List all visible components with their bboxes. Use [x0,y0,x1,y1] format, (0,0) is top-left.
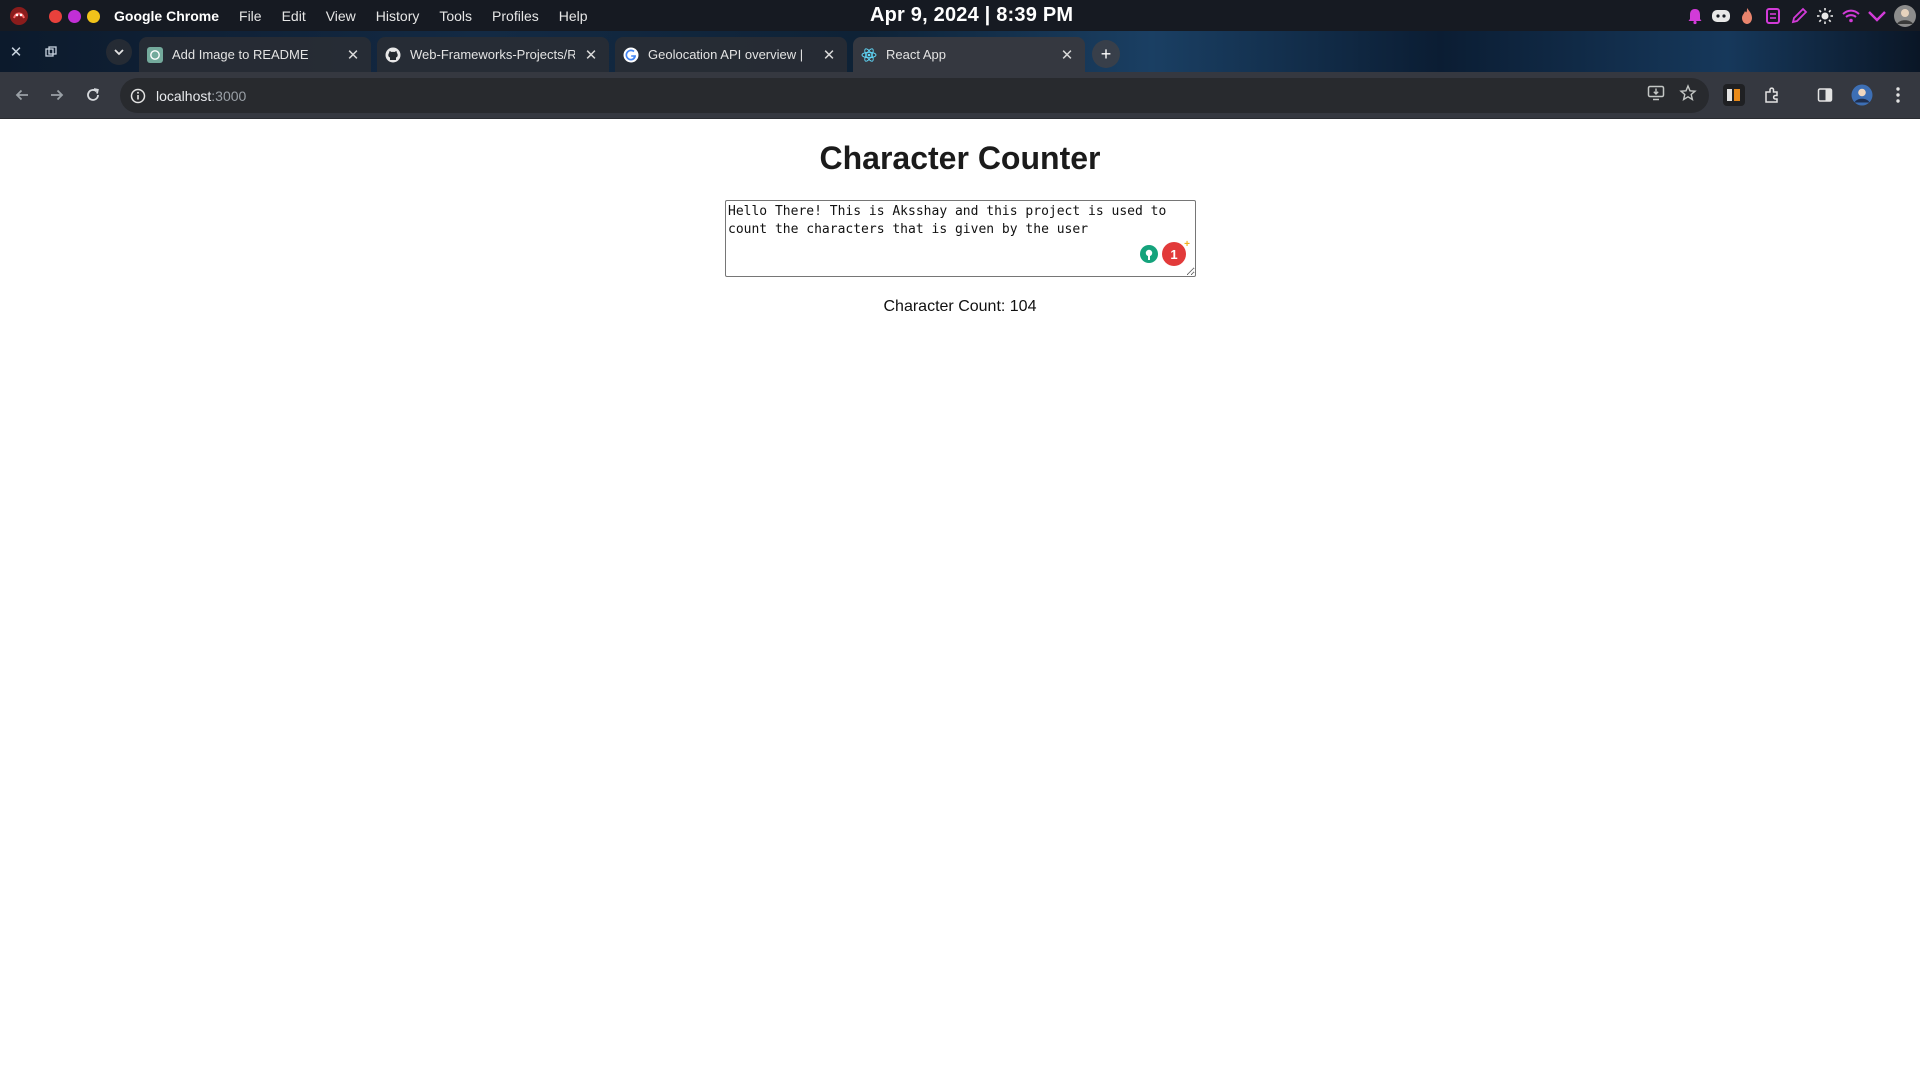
user-avatar-icon[interactable] [1890,0,1920,31]
install-app-icon[interactable] [1647,84,1665,107]
page-content: Character Counter 1 + Character Count: 1… [0,119,1920,1080]
tab-title: Geolocation API overview | [648,47,804,62]
character-count: Character Count: 104 [883,298,1037,315]
window-zoom-dot[interactable] [87,10,100,23]
url-port: :3000 [211,87,247,104]
window-close-dot[interactable] [49,10,62,23]
flame-icon[interactable] [1734,0,1760,31]
tab-close-icon[interactable]: ✕ [343,45,363,65]
window-minimize-dot[interactable] [68,10,81,23]
new-tab-button[interactable]: + [1092,40,1120,68]
tab-strip: ✕ Add Image to README ✕ Web-Frameworks-P… [0,31,1920,72]
tab-title: Web-Frameworks-Projects/R [410,47,575,62]
extensions-puzzle-icon[interactable] [1759,82,1785,108]
bookmark-star-icon[interactable] [1679,84,1697,107]
url-host: localhost [156,87,212,104]
more-menu-icon[interactable] [1885,82,1911,108]
side-panel-icon[interactable] [1812,82,1838,108]
profile-avatar-icon[interactable] [1849,82,1875,108]
tab-groups-icon[interactable] [38,39,64,65]
discord-icon[interactable] [1708,0,1734,31]
address-bar[interactable]: localhost:3000 [120,78,1709,113]
omnibox-actions [1647,78,1697,113]
google-icon [623,47,639,63]
os-logo-icon[interactable] [9,6,29,26]
tab-web-frameworks-projects[interactable]: Web-Frameworks-Projects/R ✕ [377,37,609,72]
tab-close-icon[interactable]: ✕ [819,45,839,65]
tab-close-icon[interactable]: ✕ [581,45,601,65]
tab-react-app[interactable]: React App ✕ [853,37,1085,72]
pen-icon[interactable] [1786,0,1812,31]
brightness-icon[interactable] [1812,0,1838,31]
text-input-wrapper: 1 + [725,200,1196,277]
grammarly-plus-icon: + [1184,239,1190,250]
tab-title: React App [886,47,946,62]
menu-view[interactable]: View [326,8,356,24]
menu-tools[interactable]: Tools [439,8,472,24]
wifi-icon[interactable] [1838,0,1864,31]
url-text[interactable]: localhost:3000 [156,88,246,104]
clock[interactable]: Apr 9, 2024 | 8:39 PM [870,4,1073,27]
chevron-icon[interactable] [1864,0,1890,31]
forward-arrow-icon[interactable] [44,82,70,108]
menu-edit[interactable]: Edit [282,8,306,24]
grammarly-suggestions-badge[interactable]: 1 + [1162,239,1190,266]
tab-title: Add Image to README [172,47,309,62]
tab-add-image-readme[interactable]: Add Image to README ✕ [139,37,371,72]
menu-help[interactable]: Help [559,8,588,24]
close-icon[interactable]: ✕ [3,39,29,65]
text-input[interactable] [725,200,1196,277]
site-info-icon[interactable] [130,88,146,104]
system-tray [1682,0,1920,31]
menu-app-name[interactable]: Google Chrome [114,8,219,24]
menu-file[interactable]: File [239,8,262,24]
os-menubar: Google Chrome File Edit View History Too… [0,0,1920,31]
grammarly-check-icon[interactable] [1140,245,1158,263]
chatgpt-icon [147,46,163,63]
page-title: Character Counter [819,140,1101,176]
browser-toolbar: localhost:3000 [0,72,1920,119]
tab-close-icon[interactable]: ✕ [1057,45,1077,65]
reload-icon[interactable] [80,82,106,108]
github-icon [385,47,401,63]
app-menu: Google Chrome File Edit View History Too… [114,0,608,31]
back-arrow-icon[interactable] [9,82,35,108]
grammarly-count: 1 [1170,246,1178,262]
notes-icon[interactable] [1760,0,1786,31]
bell-icon[interactable] [1682,0,1708,31]
extension-l-icon[interactable] [1723,84,1745,106]
tab-geolocation-api[interactable]: Geolocation API overview | ✕ [615,37,847,72]
tab-search-chevron-icon[interactable] [106,39,132,65]
menu-profiles[interactable]: Profiles [492,8,539,24]
react-icon [861,47,877,63]
menu-history[interactable]: History [376,8,420,24]
